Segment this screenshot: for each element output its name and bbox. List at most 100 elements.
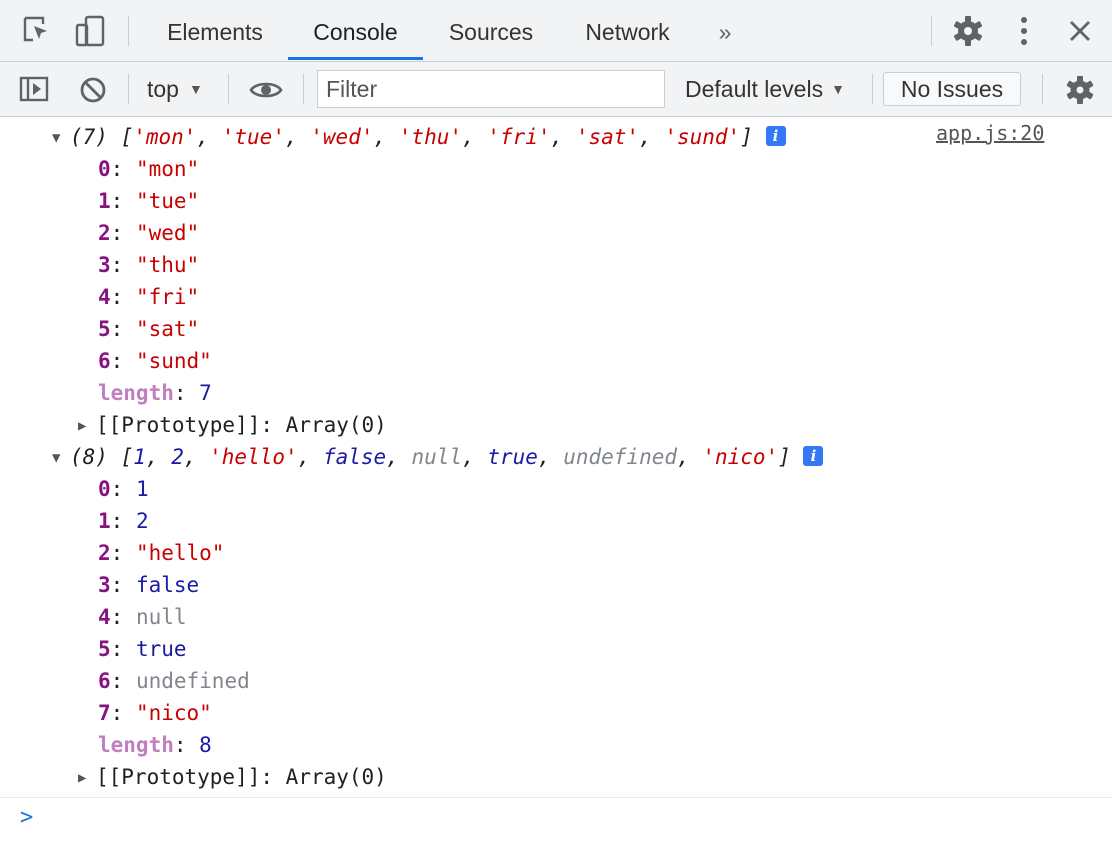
entry-key: 7	[98, 701, 111, 725]
show-sidebar-icon[interactable]	[18, 75, 50, 110]
array-entry: 1: 2	[98, 509, 149, 533]
filter-input[interactable]	[317, 70, 665, 108]
device-toolbar-icon[interactable]	[74, 14, 108, 53]
preview-item: 'sund'	[664, 125, 741, 149]
array-entry: 3: "thu"	[98, 253, 200, 277]
entry-key: 4	[98, 605, 111, 629]
preview-item: 2	[171, 445, 184, 469]
array-count: (8)	[70, 445, 108, 469]
array-entry: 1: "tue"	[98, 189, 200, 213]
context-selector[interactable]: top ▼	[147, 72, 203, 106]
kebab-menu-icon[interactable]	[1012, 14, 1036, 53]
entry-value: 2	[135, 509, 149, 533]
caret-down-icon: ▼	[188, 81, 203, 97]
entry-key: length	[98, 381, 174, 405]
inspect-element-icon[interactable]	[22, 14, 52, 53]
toolbar-separator	[1042, 74, 1043, 104]
array-entry: 7: "nico"	[98, 701, 212, 725]
tab-separator	[931, 16, 932, 46]
console-settings-gear-icon[interactable]	[1063, 75, 1097, 110]
entry-value: 1	[135, 477, 149, 501]
entry-value: 8	[199, 733, 212, 757]
preview-item: 'sat'	[575, 125, 640, 149]
console-divider	[0, 797, 1112, 798]
array-entry: 5: true	[98, 637, 187, 661]
entry-key: 1	[98, 189, 111, 213]
info-icon[interactable]: i	[765, 126, 786, 146]
prototype-key: [[Prototype]]	[96, 413, 261, 437]
clear-console-icon[interactable]	[78, 75, 108, 110]
entry-value: "sat"	[135, 317, 200, 341]
entry-key: 5	[98, 637, 111, 661]
console-toolbar: top ▼ Default levels ▼ No Issues	[0, 62, 1112, 117]
array-preview: (7) ['mon', 'tue', 'wed', 'thu', 'fri', …	[70, 125, 753, 149]
entry-key: length	[98, 733, 174, 757]
entry-value: "fri"	[135, 285, 200, 309]
log-entry-header[interactable]: ▼ (7) ['mon', 'tue', 'wed', 'thu', 'fri',…	[52, 121, 786, 153]
devtools-tabbar: Elements Console Sources Network »	[0, 0, 1112, 62]
array-entry: 4: null	[98, 605, 187, 629]
preview-item: 'wed'	[310, 125, 374, 149]
entry-key: 0	[98, 157, 111, 181]
info-icon[interactable]: i	[803, 446, 824, 466]
array-entry: 6: undefined	[98, 669, 250, 693]
console-prompt-icon[interactable]: >	[20, 801, 33, 835]
array-entry: 5: "sat"	[98, 317, 200, 341]
tab-elements[interactable]: Elements	[145, 0, 285, 60]
entry-key: 3	[98, 573, 111, 597]
entry-key: 2	[98, 221, 111, 245]
preview-item: 'fri'	[487, 125, 551, 149]
live-expression-eye-icon[interactable]	[248, 75, 284, 110]
tab-console[interactable]: Console	[288, 0, 423, 60]
tab-separator	[128, 16, 129, 46]
entry-value: true	[135, 637, 187, 661]
array-count: (7)	[70, 125, 108, 149]
preview-item: 1	[133, 445, 146, 469]
prototype-entry[interactable]: ▶ [[Prototype]]: Array(0)	[78, 761, 387, 793]
entry-value: "sund"	[135, 349, 212, 373]
caret-down-icon: ▼	[831, 81, 845, 97]
entry-value: "hello"	[135, 541, 225, 565]
settings-gear-icon[interactable]	[951, 14, 985, 53]
entry-value: "thu"	[135, 253, 200, 277]
entry-value: "tue"	[135, 189, 200, 213]
tab-sources[interactable]: Sources	[430, 0, 552, 60]
preview-item: 'tue'	[221, 125, 285, 149]
preview-item: 'mon'	[133, 125, 197, 149]
more-tabs-icon[interactable]: »	[705, 0, 745, 60]
preview-item: false	[322, 445, 387, 469]
array-entry: 2: "hello"	[98, 541, 225, 565]
collapsed-triangle-icon[interactable]: ▶	[78, 410, 96, 442]
toolbar-separator	[303, 74, 304, 104]
expanded-triangle-icon[interactable]: ▼	[52, 442, 70, 474]
array-entry: 0: 1	[98, 477, 149, 501]
array-entry: 2: "wed"	[98, 221, 200, 245]
entry-value: "wed"	[135, 221, 200, 245]
prototype-key: [[Prototype]]	[96, 765, 261, 789]
collapsed-triangle-icon[interactable]: ▶	[78, 762, 96, 794]
log-entry-header[interactable]: ▼ (8) [1, 2, 'hello', false, null, true, …	[52, 441, 824, 474]
entry-key: 4	[98, 285, 111, 309]
array-preview: (8) [1, 2, 'hello', false, null, true, u…	[70, 445, 791, 469]
toolbar-separator	[228, 74, 229, 104]
tab-network[interactable]: Network	[565, 0, 690, 60]
issues-button[interactable]: No Issues	[883, 72, 1021, 106]
close-icon[interactable]	[1065, 14, 1095, 53]
length-entry: length: 7	[98, 381, 212, 405]
prototype-entry[interactable]: ▶ [[Prototype]]: Array(0)	[78, 409, 387, 441]
preview-item: 'hello'	[209, 445, 298, 469]
context-selector-label: top	[147, 76, 179, 102]
entry-key: 3	[98, 253, 111, 277]
array-entry: 4: "fri"	[98, 285, 200, 309]
length-entry: length: 8	[98, 733, 212, 757]
log-levels-dropdown[interactable]: Default levels ▼	[685, 72, 845, 106]
entry-key: 5	[98, 317, 111, 341]
expanded-triangle-icon[interactable]: ▼	[52, 122, 70, 154]
source-link[interactable]: app.js:20	[936, 121, 1044, 145]
entry-value: 7	[199, 381, 212, 405]
prototype-value: Array(0)	[285, 413, 387, 437]
log-levels-label: Default levels	[685, 76, 824, 102]
preview-item: 'thu'	[398, 125, 462, 149]
console-output: ▼ (7) ['mon', 'tue', 'wed', 'thu', 'fri',…	[0, 117, 1112, 846]
toolbar-separator	[872, 74, 873, 104]
